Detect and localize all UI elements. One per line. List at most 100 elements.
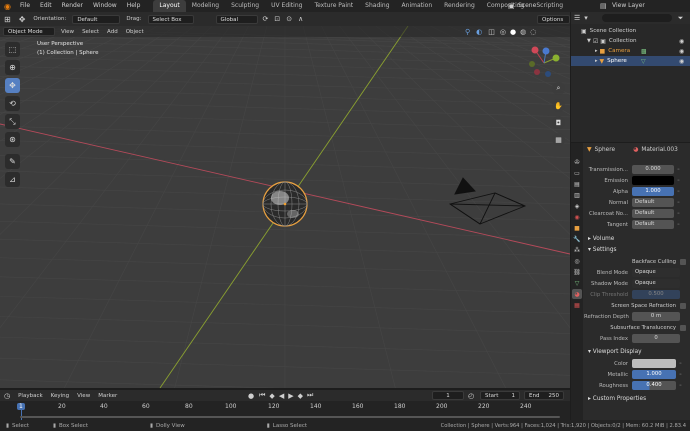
scene-collection-row[interactable]: ▣ Scene Collection — [571, 26, 690, 36]
playhead[interactable] — [21, 410, 22, 420]
view-layer-name[interactable]: View Layer — [612, 0, 645, 12]
scene-tab-icon[interactable]: ◈ — [572, 201, 582, 211]
scene-icon[interactable]: ▣ — [508, 2, 515, 10]
volume-section-header[interactable]: ▸ Volume — [584, 234, 690, 245]
drag-dropdown[interactable]: Select Box — [147, 14, 194, 24]
clearcoat-normal-field[interactable]: Default — [632, 209, 674, 218]
checkbox-icon[interactable]: ☑ — [593, 38, 598, 45]
keyframe-dot-icon[interactable]: ◦ — [679, 383, 682, 389]
object-tab-icon[interactable]: ■ — [572, 223, 582, 233]
clip-threshold-field[interactable]: 0.500 — [632, 290, 680, 299]
expand-icon[interactable]: ▸ — [595, 58, 598, 64]
select-box-icon[interactable]: ⬚ — [5, 42, 20, 57]
visibility-eye-icon[interactable]: ◉ — [679, 38, 684, 45]
particles-tab-icon[interactable]: ⁂ — [572, 245, 582, 255]
menu-file[interactable]: File — [15, 0, 35, 12]
menu-add[interactable]: Add — [103, 29, 122, 35]
measure-tool-icon[interactable]: ⊿ — [5, 172, 20, 187]
keyframe-dot-icon[interactable]: ◦ — [679, 361, 682, 367]
tab-animation[interactable]: Animation — [396, 0, 439, 12]
pivot-icon[interactable]: ⟳ — [260, 15, 272, 23]
metallic-field[interactable]: 1.000 — [632, 370, 676, 379]
tab-layout[interactable]: Layout — [153, 0, 186, 12]
overlay-toggle-icon[interactable]: ◐ — [473, 28, 485, 36]
transform-orientation-dropdown[interactable]: Global — [215, 14, 258, 24]
end-frame-field[interactable]: End 250 — [524, 391, 564, 400]
move-tool-icon[interactable]: ✥ — [5, 78, 20, 93]
scale-tool-icon[interactable]: ⤡ — [5, 114, 20, 129]
record-icon[interactable]: ● — [245, 392, 257, 400]
menu-timeline-view[interactable]: View — [73, 393, 94, 399]
editor-type-icon[interactable]: ⊞ — [0, 15, 15, 24]
blend-mode-dropdown[interactable]: Opaque — [632, 268, 680, 277]
wireframe-shading-icon[interactable]: ◎ — [498, 28, 508, 36]
settings-section-header[interactable]: ▾ Settings — [584, 245, 690, 256]
gizmo-toggle-icon[interactable]: ⚲ — [462, 28, 473, 36]
menu-marker[interactable]: Marker — [94, 393, 121, 399]
tab-sculpting[interactable]: Sculpting — [225, 0, 265, 12]
filter-icon[interactable]: ⏷ — [678, 14, 684, 23]
tangent-field[interactable]: Default — [632, 220, 674, 229]
transmission-roughness-field[interactable]: 0.000 — [632, 165, 674, 174]
menu-render[interactable]: Render — [57, 0, 88, 12]
tab-texture-paint[interactable]: Texture Paint — [308, 0, 359, 12]
sss-checkbox[interactable] — [680, 324, 686, 331]
display-mode-icon[interactable]: ▾ — [584, 14, 588, 22]
transform-pivot-icon[interactable]: ✥ — [15, 15, 30, 24]
pass-index-field[interactable]: 0 — [632, 334, 680, 343]
view-layer-tab-icon[interactable]: ▥ — [572, 190, 582, 200]
keyframe-dot-icon[interactable]: ◦ — [677, 222, 680, 228]
viewport-display-section-header[interactable]: ▾ Viewport Display — [584, 347, 690, 358]
next-keyframe-icon[interactable]: ◆ — [296, 392, 305, 400]
menu-select[interactable]: Select — [78, 29, 103, 35]
tool-tab-icon[interactable]: ✇ — [572, 157, 582, 167]
play-reverse-icon[interactable]: ◀ — [277, 392, 286, 400]
keyframe-dot-icon[interactable]: ◦ — [679, 372, 682, 378]
jump-end-icon[interactable]: ⏭ — [305, 391, 315, 400]
perspective-grid-icon[interactable]: ▦ — [552, 133, 565, 146]
timeline-ruler[interactable]: 1 20 40 60 80 100 120 140 160 180 200 22… — [0, 401, 570, 420]
ssr-row[interactable]: Screen Space Refraction — [584, 300, 690, 311]
physics-tab-icon[interactable]: ◎ — [572, 256, 582, 266]
options-dropdown[interactable]: Options — [537, 14, 570, 24]
cursor-icon[interactable]: ⊕ — [5, 60, 20, 75]
ssr-checkbox[interactable] — [680, 302, 686, 309]
texture-tab-icon[interactable]: ▦ — [572, 300, 582, 310]
timeline-scrollbar[interactable] — [20, 416, 560, 418]
data-tab-icon[interactable]: ▽ — [572, 278, 582, 288]
modifier-tab-icon[interactable]: 🔧 — [572, 234, 582, 244]
material-tab-icon[interactable]: ◕ — [572, 289, 582, 299]
current-frame-field[interactable]: 1 — [432, 391, 464, 400]
keyframe-dot-icon[interactable]: ◦ — [677, 178, 680, 184]
menu-help[interactable]: Help — [122, 0, 146, 12]
prev-keyframe-icon[interactable]: ◆ — [267, 392, 276, 400]
proportional-edit-icon[interactable]: ⊙ — [283, 15, 295, 23]
outliner-row-sphere[interactable]: ▸ ▼ Sphere ▽ ◉ — [571, 56, 690, 66]
refraction-depth-field[interactable]: 0 m — [632, 312, 680, 321]
backface-culling-checkbox[interactable] — [680, 258, 686, 265]
solid-shading-icon[interactable]: ● — [508, 28, 518, 36]
rotate-tool-icon[interactable]: ⟲ — [5, 96, 20, 111]
output-tab-icon[interactable]: ▤ — [572, 179, 582, 189]
snap-icon[interactable]: ⊡ — [271, 15, 283, 23]
rendered-shading-icon[interactable]: ◌ — [528, 28, 538, 36]
pan-hand-icon[interactable]: ✋ — [552, 99, 565, 112]
view-layer-icon[interactable]: ▤ — [600, 2, 607, 10]
menu-keying[interactable]: Keying — [47, 393, 73, 399]
tab-uv-editing[interactable]: UV Editing — [265, 0, 308, 12]
menu-view[interactable]: View — [57, 29, 78, 35]
keyframe-dot-icon[interactable]: ◦ — [677, 200, 680, 206]
shadow-mode-dropdown[interactable]: Opaque — [632, 279, 680, 288]
camera-view-icon[interactable]: ◘ — [552, 116, 565, 129]
menu-window[interactable]: Window — [88, 0, 122, 12]
zoom-icon[interactable]: ⌕ — [552, 82, 565, 95]
keyframe-dot-icon[interactable]: ◦ — [677, 167, 680, 173]
viewport-color-field[interactable] — [632, 359, 676, 368]
roughness-field[interactable]: 0.400 — [632, 381, 676, 390]
keyframe-dot-icon[interactable]: ◦ — [677, 189, 680, 195]
timeline-editor-icon[interactable]: ◷ — [0, 392, 14, 400]
annotate-tool-icon[interactable]: ✎ — [5, 154, 20, 169]
outliner-row-collection[interactable]: ▼ ☑ ▣ Collection ◉ — [571, 36, 690, 46]
falloff-icon[interactable]: ∧ — [295, 15, 306, 23]
tab-modeling[interactable]: Modeling — [186, 0, 225, 12]
